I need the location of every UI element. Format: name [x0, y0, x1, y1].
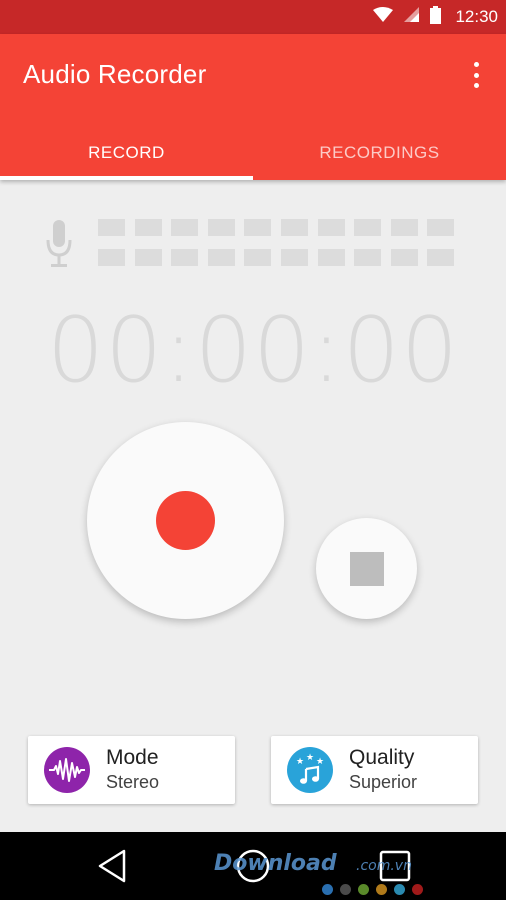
record-dot-icon	[156, 491, 215, 550]
level-meter-cell	[317, 249, 345, 266]
stop-square-icon	[349, 551, 384, 586]
svg-text:★: ★	[296, 757, 304, 767]
level-meter-cell	[317, 219, 345, 236]
music-note-stars-icon: ★ ★ ★	[287, 747, 333, 793]
status-icons: 12:30	[373, 0, 498, 34]
wifi-icon	[373, 6, 394, 28]
app-bar: Audio Recorder RECORD RECORDINGS	[0, 34, 506, 180]
cell-signal-icon	[403, 6, 420, 28]
level-meter-cell	[354, 249, 382, 266]
level-meter-cell	[427, 249, 455, 266]
level-meter-cell	[98, 249, 125, 266]
record-button[interactable]	[87, 422, 284, 619]
level-meter-cell	[134, 249, 162, 266]
watermark-text: Download	[214, 851, 337, 876]
quality-value: Superior	[349, 772, 418, 792]
level-meter-cell	[427, 219, 455, 236]
level-meter-cell	[354, 219, 382, 236]
tab-record[interactable]: RECORD	[0, 126, 253, 180]
svg-text:★: ★	[306, 753, 314, 763]
microphone-icon	[46, 220, 72, 268]
level-meter-cell	[244, 219, 272, 236]
svg-text:★: ★	[316, 757, 324, 767]
level-meter-cell	[281, 219, 308, 236]
level-meter-cell	[390, 219, 418, 236]
tab-recordings[interactable]: RECORDINGS	[253, 126, 506, 180]
app-title: Audio Recorder	[23, 59, 207, 89]
level-meter-cell	[281, 249, 308, 266]
tab-indicator	[0, 176, 253, 180]
tab-record-label: RECORD	[88, 143, 165, 162]
back-icon[interactable]	[92, 848, 132, 884]
more-vert-icon[interactable]	[464, 60, 488, 90]
quality-title: Quality	[349, 746, 415, 769]
mode-value: Stereo	[106, 772, 160, 792]
waveform-icon	[44, 747, 90, 793]
mode-title: Mode	[106, 746, 159, 769]
level-meter-cell	[171, 249, 199, 266]
timer-display: 00:00:00	[46, 298, 460, 403]
status-time: 12:30	[455, 7, 498, 26]
level-meter-cell	[390, 249, 418, 266]
level-meter-cell	[207, 249, 235, 266]
level-meter-cell	[171, 219, 199, 236]
watermark-suffix: .com.vn	[356, 858, 412, 874]
level-meter-cell	[244, 249, 272, 266]
mode-card[interactable]: Mode Stereo	[28, 736, 235, 804]
battery-icon	[430, 5, 442, 29]
level-meter	[98, 219, 455, 267]
status-bar: 12:30	[0, 0, 506, 34]
level-meter-cell	[207, 219, 235, 236]
level-meter-cell	[134, 219, 162, 236]
quality-card[interactable]: ★ ★ ★ Quality Superior	[271, 736, 478, 804]
stop-button[interactable]	[316, 518, 417, 619]
level-meter-cell	[98, 219, 125, 236]
watermark-dots	[322, 884, 423, 895]
tab-recordings-label: RECORDINGS	[319, 143, 440, 162]
